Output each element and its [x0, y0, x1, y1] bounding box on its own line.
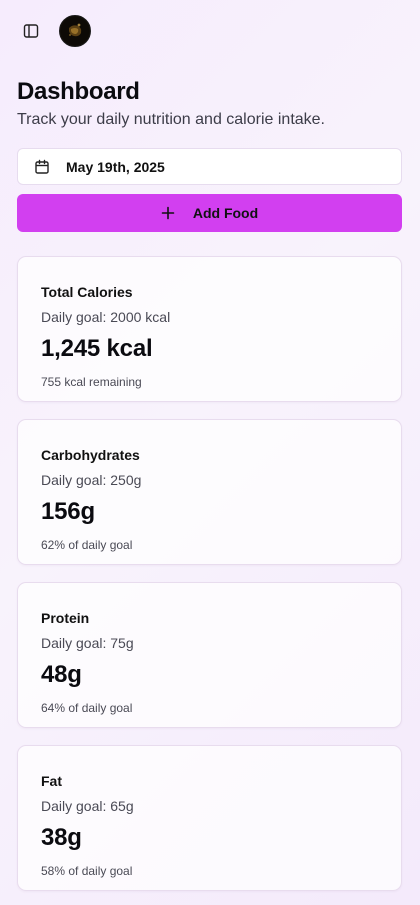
card-goal: Daily goal: 75g: [41, 635, 134, 651]
plus-icon: [161, 206, 175, 220]
card-value: 48g: [41, 661, 82, 688]
protein-card: Protein Daily goal: 75g 48g 64% of daily…: [17, 582, 402, 728]
card-note: 58% of daily goal: [41, 864, 133, 878]
card-title: Fat: [41, 773, 62, 789]
card-goal: Daily goal: 2000 kcal: [41, 309, 171, 325]
top-bar: [17, 14, 91, 48]
avatar[interactable]: [59, 15, 91, 47]
calories-card: Total Calories Daily goal: 2000 kcal 1,2…: [17, 256, 402, 402]
card-goal: Daily goal: 250g: [41, 472, 142, 488]
add-food-button[interactable]: Add Food: [17, 194, 402, 232]
card-value: 1,245 kcal: [41, 335, 153, 362]
sidebar-panel-icon: [23, 24, 39, 38]
card-note: 755 kcal remaining: [41, 375, 142, 389]
card-title: Protein: [41, 610, 90, 626]
selected-date: May 19th, 2025: [66, 158, 165, 175]
fat-card: Fat Daily goal: 65g 38g 58% of daily goa…: [17, 745, 402, 891]
card-note: 64% of daily goal: [41, 701, 133, 715]
avatar-image-icon: [61, 17, 89, 45]
page-subtitle: Track your daily nutrition and calorie i…: [17, 111, 325, 128]
card-goal: Daily goal: 65g: [41, 798, 134, 814]
card-title: Carbohydrates: [41, 447, 140, 463]
card-value: 156g: [41, 498, 95, 525]
sidebar-toggle-button[interactable]: [17, 17, 45, 45]
calendar-icon: [35, 159, 49, 174]
add-food-label: Add Food: [192, 205, 259, 221]
page-title: Dashboard: [17, 78, 140, 105]
date-picker-button[interactable]: May 19th, 2025: [17, 148, 402, 185]
card-value: 38g: [41, 824, 82, 851]
card-note: 62% of daily goal: [41, 538, 133, 552]
carbohydrates-card: Carbohydrates Daily goal: 250g 156g 62% …: [17, 419, 402, 565]
card-title: Total Calories: [41, 284, 133, 300]
